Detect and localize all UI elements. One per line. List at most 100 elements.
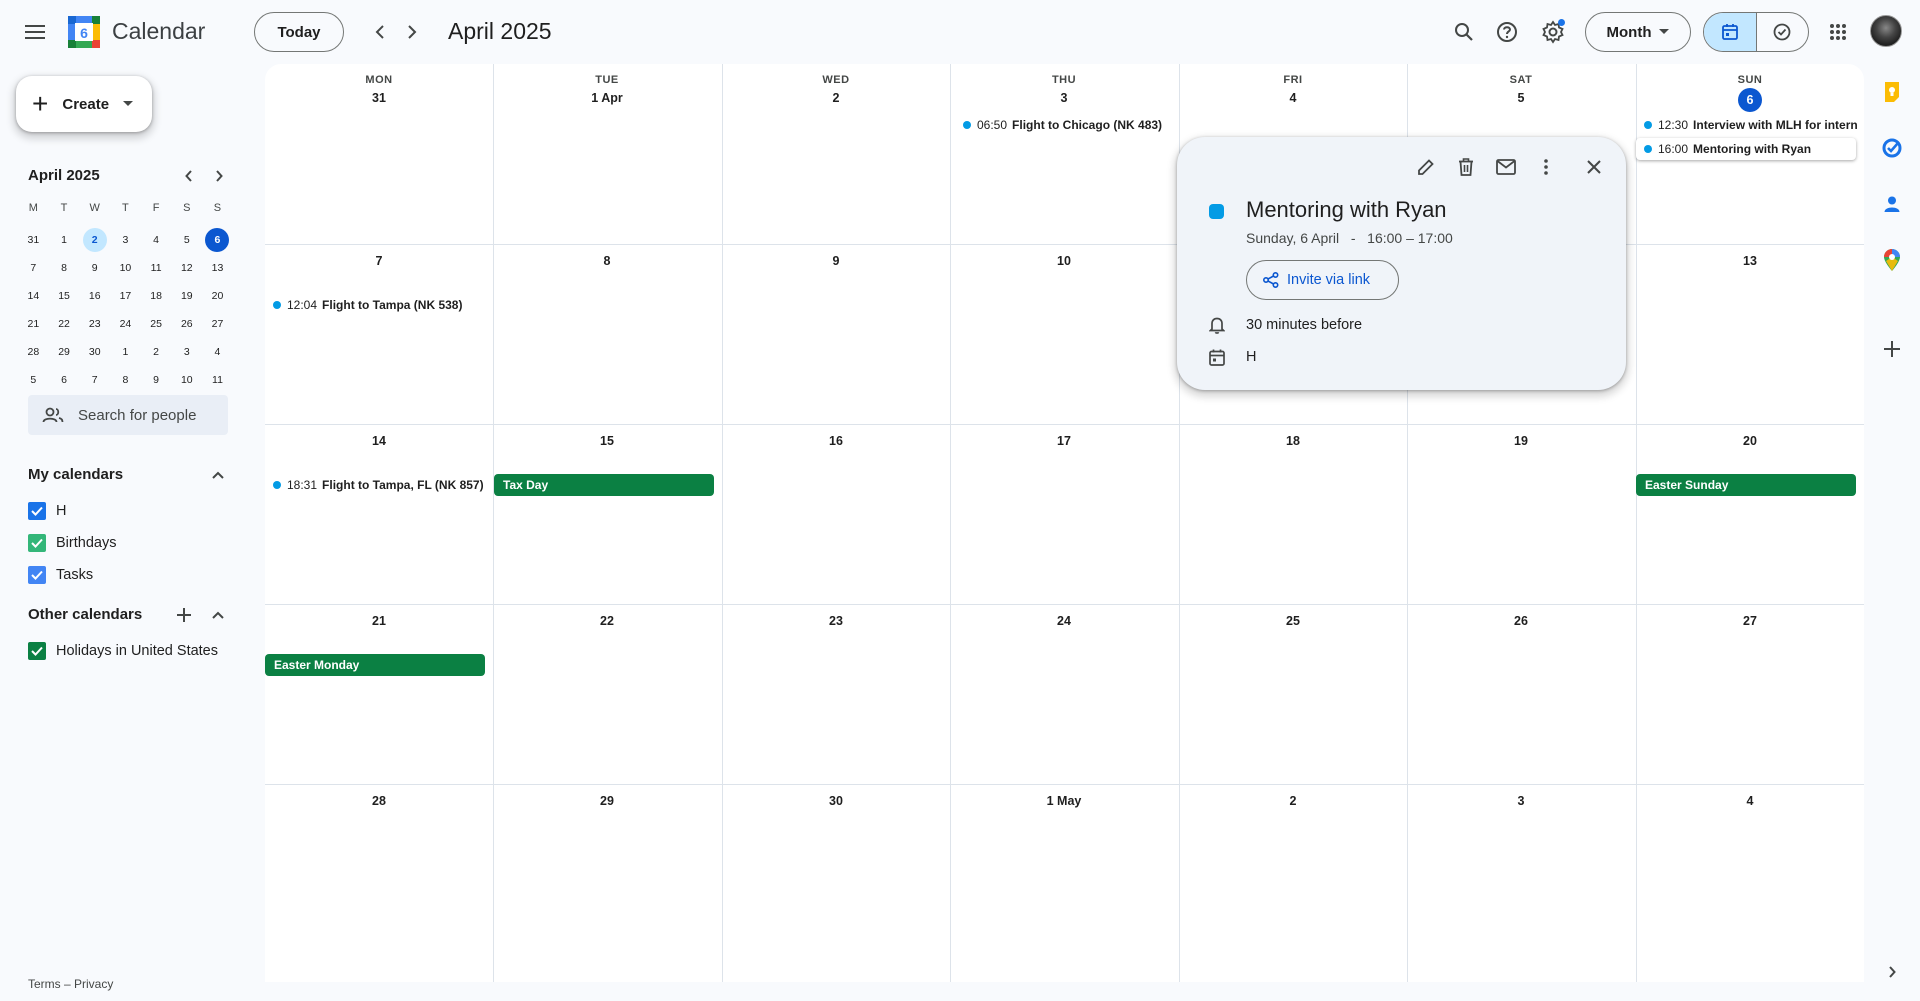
google-apps-icon[interactable] bbox=[1822, 16, 1854, 48]
calendar-list-item[interactable]: Tasks bbox=[28, 564, 93, 586]
event-interview-mlh[interactable]: 12:30 Interview with MLH for intern bbox=[1636, 114, 1861, 136]
main-menu-icon[interactable] bbox=[20, 17, 50, 47]
mini-calendar-day[interactable]: 9 bbox=[79, 254, 110, 282]
mini-calendar-day[interactable]: 29 bbox=[49, 338, 80, 366]
day-number[interactable]: 19 bbox=[1407, 434, 1635, 448]
close-icon[interactable] bbox=[1578, 151, 1610, 183]
help-icon[interactable] bbox=[1491, 16, 1523, 48]
email-guests-icon[interactable] bbox=[1490, 151, 1522, 183]
day-number[interactable]: 8 bbox=[493, 254, 721, 268]
tasks-view-toggle[interactable] bbox=[1755, 13, 1808, 51]
invite-via-link-button[interactable]: Invite via link bbox=[1246, 260, 1399, 300]
event-flight-tampa-857[interactable]: 18:31 Flight to Tampa, FL (NK 857) bbox=[265, 474, 493, 496]
day-cell[interactable]: 10 bbox=[950, 244, 1178, 424]
mini-calendar-day[interactable]: 23 bbox=[79, 310, 110, 338]
day-cell[interactable]: 22 bbox=[493, 604, 721, 784]
next-month-button[interactable] bbox=[398, 18, 426, 46]
day-cell[interactable]: 14 bbox=[265, 424, 493, 604]
mini-calendar-day[interactable]: 12 bbox=[171, 254, 202, 282]
my-calendars-collapse-chevron-icon[interactable] bbox=[206, 463, 230, 487]
mini-calendar-day[interactable]: 19 bbox=[171, 282, 202, 310]
mini-calendar-day[interactable]: 2 bbox=[79, 226, 110, 254]
day-number[interactable]: 15 bbox=[493, 434, 721, 448]
mini-calendar-day[interactable]: 10 bbox=[110, 254, 141, 282]
mini-calendar-day[interactable]: 8 bbox=[49, 254, 80, 282]
today-button[interactable]: Today bbox=[254, 12, 344, 52]
keep-notes-icon[interactable] bbox=[1878, 78, 1906, 106]
day-cell[interactable]: 16 bbox=[722, 424, 950, 604]
day-number[interactable]: 28 bbox=[265, 794, 493, 808]
day-cell[interactable]: 24 bbox=[950, 604, 1178, 784]
day-cell[interactable]: 27 bbox=[1636, 604, 1864, 784]
day-number[interactable]: 26 bbox=[1407, 614, 1635, 628]
calendar-list-item[interactable]: H bbox=[28, 500, 66, 522]
day-number[interactable]: 1 May bbox=[950, 794, 1178, 808]
day-cell[interactable]: 15 bbox=[493, 424, 721, 604]
other-calendars-heading[interactable]: Other calendars bbox=[28, 606, 142, 623]
mini-calendar-day[interactable]: 4 bbox=[141, 226, 172, 254]
mini-calendar-day[interactable]: 7 bbox=[18, 254, 49, 282]
contacts-icon[interactable] bbox=[1878, 190, 1906, 218]
event-flight-tampa-538[interactable]: 12:04 Flight to Tampa (NK 538) bbox=[265, 294, 490, 316]
mini-calendar-day[interactable]: 8 bbox=[110, 366, 141, 394]
mini-calendar-day[interactable]: 5 bbox=[18, 366, 49, 394]
mini-calendar-day[interactable]: 18 bbox=[141, 282, 172, 310]
settings-gear-icon[interactable] bbox=[1537, 16, 1569, 48]
day-cell[interactable]: 28 bbox=[265, 784, 493, 982]
day-cell[interactable]: WED 2 bbox=[722, 64, 950, 244]
mini-calendar-day[interactable]: 11 bbox=[141, 254, 172, 282]
mini-calendar-day[interactable]: 15 bbox=[49, 282, 80, 310]
day-number[interactable]: 23 bbox=[722, 614, 950, 628]
mini-calendar-day[interactable]: 13 bbox=[202, 254, 233, 282]
day-number[interactable]: 17 bbox=[950, 434, 1178, 448]
mini-calendar-day[interactable]: 1 bbox=[110, 338, 141, 366]
day-number[interactable]: 22 bbox=[493, 614, 721, 628]
terms-privacy-links[interactable]: Terms – Privacy bbox=[28, 977, 113, 991]
day-number[interactable]: 2 bbox=[1179, 794, 1407, 808]
mini-calendar-day[interactable]: 31 bbox=[18, 226, 49, 254]
event-mentoring-ryan[interactable]: 16:00 Mentoring with Ryan bbox=[1636, 138, 1856, 160]
day-cell[interactable]: 26 bbox=[1407, 604, 1635, 784]
mini-calendar-day[interactable]: 9 bbox=[141, 366, 172, 394]
mini-calendar-day[interactable]: 25 bbox=[141, 310, 172, 338]
mini-calendar-day[interactable]: 17 bbox=[110, 282, 141, 310]
day-number[interactable]: 18 bbox=[1179, 434, 1407, 448]
my-calendars-heading[interactable]: My calendars bbox=[28, 466, 123, 483]
view-switcher-button[interactable]: Month bbox=[1585, 12, 1691, 52]
get-add-ons-plus-icon[interactable] bbox=[1878, 335, 1906, 363]
day-number[interactable]: 20 bbox=[1636, 434, 1864, 448]
other-calendars-collapse-chevron-icon[interactable] bbox=[206, 603, 230, 627]
day-number[interactable]: 30 bbox=[722, 794, 950, 808]
mini-calendar-day[interactable]: 24 bbox=[110, 310, 141, 338]
mini-calendar-next-button[interactable] bbox=[207, 164, 231, 188]
mini-calendar-day[interactable]: 5 bbox=[171, 226, 202, 254]
day-cell[interactable]: 3 bbox=[1407, 784, 1635, 982]
day-cell[interactable]: 18 bbox=[1179, 424, 1407, 604]
calendar-checkbox[interactable] bbox=[28, 534, 46, 552]
day-number[interactable]: 27 bbox=[1636, 614, 1864, 628]
day-number[interactable]: 29 bbox=[493, 794, 721, 808]
day-cell[interactable]: TUE 1 Apr bbox=[493, 64, 721, 244]
day-number[interactable]: 14 bbox=[265, 434, 493, 448]
day-cell[interactable]: 9 bbox=[722, 244, 950, 424]
calendar-list-item[interactable]: Holidays in United States bbox=[28, 640, 218, 662]
account-avatar[interactable] bbox=[1870, 15, 1902, 47]
day-number[interactable]: 6 bbox=[1636, 88, 1864, 112]
mini-calendar-day[interactable]: 6 bbox=[49, 366, 80, 394]
day-number[interactable]: 5 bbox=[1407, 91, 1635, 105]
previous-month-button[interactable] bbox=[366, 18, 394, 46]
day-number[interactable]: 2 bbox=[722, 91, 950, 105]
mini-calendar-day[interactable]: 26 bbox=[171, 310, 202, 338]
event-tax-day[interactable]: Tax Day bbox=[494, 474, 714, 496]
day-cell[interactable]: 21 bbox=[265, 604, 493, 784]
day-number[interactable]: 3 bbox=[950, 91, 1178, 105]
search-people-field[interactable]: Search for people bbox=[28, 395, 228, 435]
day-cell[interactable]: 7 bbox=[265, 244, 493, 424]
mini-calendar-day[interactable]: 10 bbox=[171, 366, 202, 394]
expand-side-panel-chevron-icon[interactable] bbox=[1878, 958, 1906, 986]
mini-calendar-day[interactable]: 3 bbox=[110, 226, 141, 254]
mini-calendar-day[interactable]: 28 bbox=[18, 338, 49, 366]
calendar-list-item[interactable]: Birthdays bbox=[28, 532, 116, 554]
calendar-checkbox[interactable] bbox=[28, 566, 46, 584]
tasks-icon[interactable] bbox=[1878, 134, 1906, 162]
